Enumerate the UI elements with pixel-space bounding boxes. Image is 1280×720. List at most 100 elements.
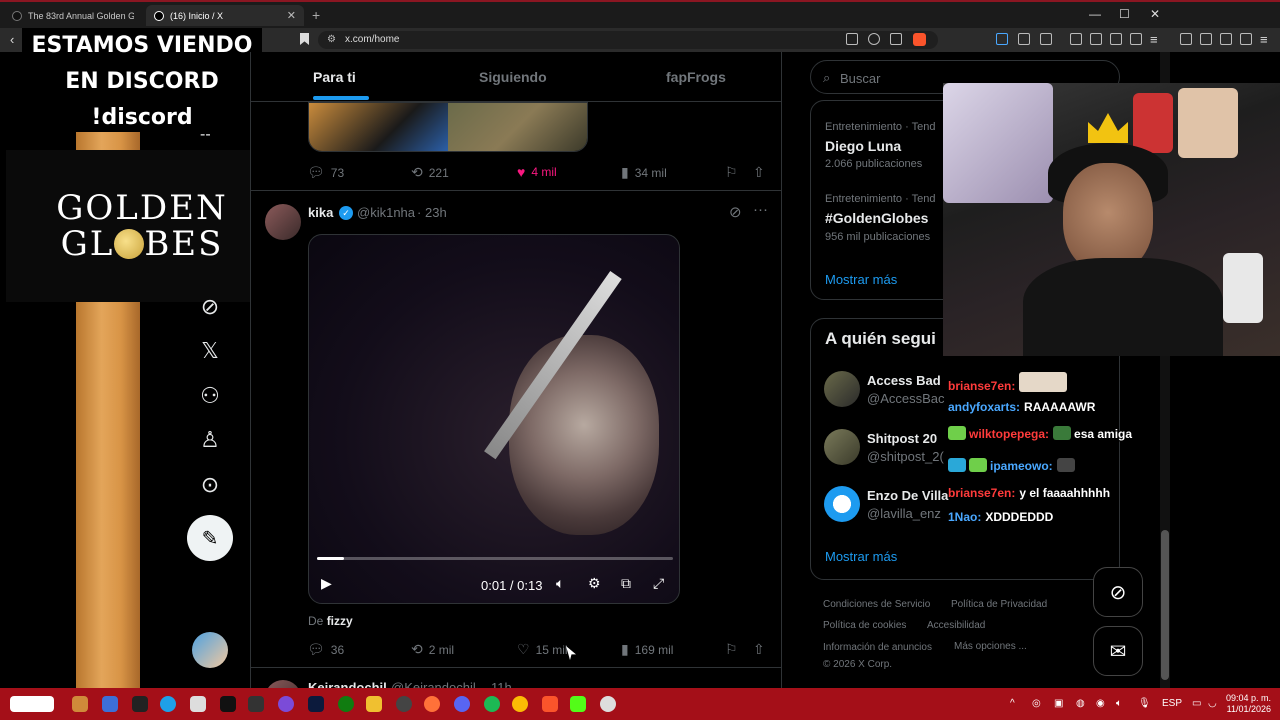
menu-icon[interactable]: ≡ [1150,32,1158,47]
brave-shield-icon[interactable] [913,33,926,46]
reply-button[interactable]: 💬︎ 36 [307,641,344,658]
repost-button[interactable]: ⟲ 2 mil [411,641,454,658]
account-avatar[interactable] [192,632,228,668]
new-tab-button[interactable]: + [312,7,320,23]
taskbar-kick-icon[interactable] [570,696,586,712]
footer-more-link[interactable]: Más opciones ... [954,641,1027,652]
video-source-user[interactable]: fizzy [327,614,353,628]
wallet-icon[interactable] [1040,33,1052,45]
wifi-tray-icon[interactable]: ◡ [1208,698,1217,709]
network-tray-icon[interactable]: ▭ [1192,698,1201,709]
footer-privacy-link[interactable]: Política de Privacidad [951,599,1047,610]
more-nav-icon[interactable]: -- [200,126,211,144]
footer-ads-link[interactable]: Información de anuncios [823,642,932,653]
post-avatar[interactable] [265,204,301,240]
repost-button[interactable]: ⟲ 221 [411,164,449,181]
bookmark-button[interactable]: ⚐ [725,164,738,181]
more-options-nav-icon[interactable]: ⊙ [195,470,225,500]
music-icon-2[interactable] [1180,33,1192,45]
pip-icon[interactable]: ⧉ [621,575,631,592]
tab-x-home[interactable]: (16) Inicio / X ✕ [146,5,304,26]
play-icon[interactable]: ▶ [321,575,332,592]
volume-icon[interactable]: 🔈︎ [556,575,564,592]
taskbar-app-icon[interactable] [220,696,236,712]
like-button[interactable]: ♡ 15 mil [517,641,568,658]
volume-tray-icon[interactable]: 🔈︎ [1116,698,1122,709]
extensions-icon[interactable] [1018,33,1030,45]
scrollbar-thumb[interactable] [1161,530,1169,680]
post-media-images[interactable] [308,102,588,152]
suggestion-avatar[interactable] [824,429,860,465]
clock[interactable]: 09:04 p. m. 11/01/2026 [1226,693,1271,715]
taskbar-edge-icon[interactable] [160,696,176,712]
taskbar-chrome-icon[interactable] [512,696,528,712]
footer-terms-link[interactable]: Condiciones de Servicio [823,599,930,610]
taskbar-spotify-icon[interactable] [484,696,500,712]
media-image-right[interactable] [448,103,587,151]
minimize-icon[interactable]: — [1089,7,1101,21]
taskbar-app-icon[interactable] [278,696,294,712]
share-icon[interactable] [890,33,902,45]
language-indicator[interactable]: ESP [1162,698,1182,709]
downloads-icon-2[interactable] [1220,33,1232,45]
reply-button[interactable]: 💬︎ 73 [307,164,344,181]
downloads-icon[interactable] [1110,33,1122,45]
post-author-name[interactable]: Keirandochil [308,680,387,688]
menu-icon-2[interactable]: ≡ [1260,32,1268,47]
post-more-icon[interactable]: ··· [753,201,768,218]
post-author-handle[interactable]: @kik1nha [357,205,415,220]
site-info-icon[interactable]: ⚙ [327,34,336,45]
taskbar-mascot-icon[interactable] [10,696,54,712]
like-button[interactable]: ♥ 4 mil [517,164,557,180]
x-premium-nav-icon[interactable]: 𝕏 [195,336,225,366]
tray-chevron-icon[interactable]: ^ [1010,698,1015,709]
post-avatar[interactable] [265,680,301,688]
footer-accessibility-link[interactable]: Accesibilidad [927,620,985,631]
show-more-trends-link[interactable]: Mostrar más [825,272,897,287]
post-time[interactable]: 11h [491,680,512,688]
share-button[interactable]: ⇧ [753,641,765,658]
tab-siguiendo[interactable]: Siguiendo [479,69,547,85]
taskbar-bolt-icon[interactable] [132,696,148,712]
suggestion-avatar[interactable] [824,486,860,522]
taskbar-app-icon[interactable] [600,696,616,712]
tray-app-icon[interactable]: ◍ [1076,698,1085,709]
grok-icon[interactable]: ⊘ [729,203,742,221]
post-author-handle[interactable]: @Keirandochil [391,680,476,688]
compose-post-button[interactable]: ✎ [187,515,233,561]
views-button[interactable]: ▮ 34 mil [621,164,667,181]
maximize-icon[interactable]: ☐ [1119,7,1130,21]
tab-golden-globes[interactable]: The 83rd Annual Golden Globes [4,5,142,26]
suggestion-name[interactable]: Access Bad [867,373,941,388]
taskbar-brave-icon[interactable] [542,696,558,712]
tray-steam-icon[interactable]: ◉ [1096,698,1105,709]
messages-button[interactable]: ✉ [1093,626,1143,676]
audio-icon[interactable] [996,33,1008,45]
profile-nav-icon[interactable]: ♙ [195,425,225,455]
tray-app-icon[interactable]: ◎ [1032,698,1041,709]
media-image-left[interactable] [309,103,448,151]
microphone-tray-icon[interactable]: 🎙︎ [1138,698,1151,709]
taskbar-firefox-icon[interactable] [424,696,440,712]
sidebar-toggle-icon[interactable] [1090,33,1102,45]
settings-icon[interactable]: ⚙ [588,575,601,592]
cast-icon[interactable] [846,33,858,45]
tray-app-icon[interactable]: ▣ [1054,698,1063,709]
taskbar-app-icon[interactable] [248,696,264,712]
taskbar-folder-icon[interactable] [366,696,382,712]
post-time[interactable]: 23h [425,205,447,220]
show-more-suggestions-link[interactable]: Mostrar más [825,549,897,564]
close-window-icon[interactable]: ✕ [1150,7,1160,21]
suggestion-name[interactable]: Enzo De Villa [867,488,948,503]
communities-nav-icon[interactable]: ⚇ [195,381,225,411]
fullscreen-icon[interactable]: ⤢ [653,575,664,592]
music-icon[interactable] [1070,33,1082,45]
taskbar-app-icon[interactable] [396,696,412,712]
video-player[interactable]: ▶ 0:01 / 0:13 🔈︎ ⚙ ⧉ ⤢ [308,234,680,604]
views-button[interactable]: ▮ 169 mil [621,641,673,658]
leo-icon[interactable] [1130,33,1142,45]
suggestion-avatar[interactable] [824,371,860,407]
taskbar-photoshop-icon[interactable] [308,696,324,712]
zoom-icon[interactable] [868,33,880,45]
tab-fapfrogs[interactable]: fapFrogs [666,69,726,85]
